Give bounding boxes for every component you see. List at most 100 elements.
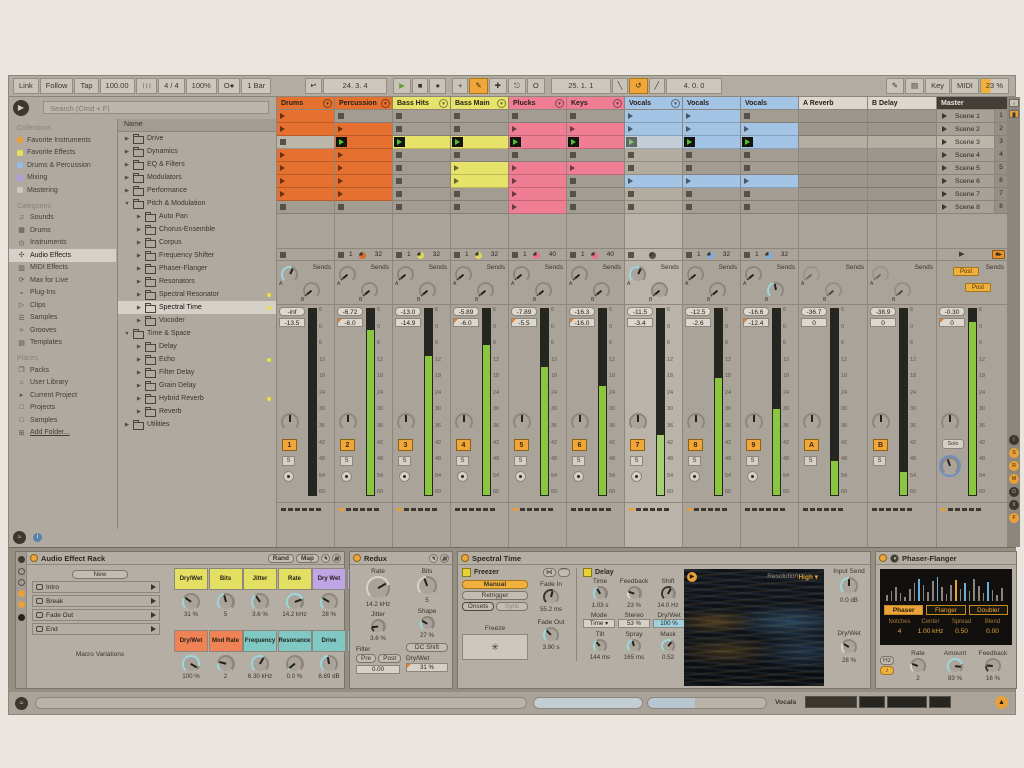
tree-item-performance[interactable]: ▶Performance [118,184,276,197]
clip-slot[interactable] [277,136,334,149]
clip-playing-icon[interactable] [394,137,405,147]
volume-field[interactable]: -12.4 [743,318,769,327]
track-header[interactable]: Percussion▾ [335,97,392,110]
arm-button[interactable] [747,471,758,482]
clip-play-icon[interactable] [280,152,285,158]
clip-slot[interactable] [335,123,392,136]
clip-slot[interactable] [335,162,392,175]
clip-slot[interactable] [509,175,566,188]
tilt-knob[interactable] [593,639,607,653]
clip-slot[interactable] [451,175,508,188]
cpu-meter[interactable]: 23 % [980,78,1009,94]
arm-button[interactable] [689,471,700,482]
pan-knob[interactable] [281,413,299,431]
peak-level-display[interactable]: -12.5 [685,307,711,316]
scene-row-5[interactable]: Scene 55 [937,162,1007,175]
clip-play-icon[interactable] [338,165,343,171]
clip-play-icon[interactable] [512,165,517,171]
tree-item-vocoder[interactable]: ▶Vocoder [118,314,276,327]
place-item-user-library[interactable]: ⌂User Library [9,377,116,390]
input-send-knob[interactable] [840,577,858,595]
clip-slot[interactable] [509,188,566,201]
peak-level-display[interactable]: -5.89 [453,307,479,316]
track-activator-button[interactable]: B [873,439,888,451]
track-header[interactable]: Vocals [683,97,740,110]
peak-level-display[interactable]: -6.72 [337,307,363,316]
solo-button[interactable]: S [398,456,411,466]
send-a-knob[interactable] [339,266,356,283]
clip-play-icon[interactable] [628,126,633,132]
category-item-samples[interactable]: ☰Samples [9,312,116,325]
clip-play-icon[interactable] [744,178,749,184]
clip-slot[interactable] [799,110,867,123]
expand-arrow-icon[interactable]: ▶ [136,305,142,311]
clip-stop-icon[interactable] [280,139,286,145]
clip-slot[interactable] [451,110,508,123]
pan-knob[interactable] [397,413,415,431]
device-minimap-rack[interactable] [805,696,857,708]
expand-arrow-icon[interactable]: ▶ [136,227,142,233]
clip-slot[interactable] [799,188,867,201]
clip-slot[interactable] [683,188,740,201]
clip-slot[interactable] [451,201,508,214]
volume-field[interactable]: -2.6 [685,318,711,327]
clip-slot[interactable] [393,188,450,201]
recall-variation-icon[interactable] [151,612,156,618]
collection-item-favorite-instruments[interactable]: Favorite Instruments [9,134,116,147]
track-activator-button[interactable]: 6 [572,439,587,451]
jitter-knob[interactable] [371,619,386,634]
clip-stop-icon[interactable] [744,204,750,210]
clip-slot[interactable] [335,110,392,123]
shift-knob[interactable] [661,586,676,601]
solo-button[interactable]: S [456,456,469,466]
device-on-icon[interactable] [461,554,469,562]
expand-arrow-icon[interactable]: ▶ [136,279,142,285]
tree-item-spectral-time[interactable]: ▶Spectral Time [118,301,276,314]
clip-slot[interactable] [451,162,508,175]
solo-button[interactable]: S [804,456,817,466]
category-item-audio-effects[interactable]: ✣Audio Effects [9,249,116,262]
clip-slot[interactable] [277,201,334,214]
clip-stop-icon[interactable] [570,204,576,210]
clip-stop-icon[interactable] [570,178,576,184]
tree-item-dynamics[interactable]: ▶Dynamics [118,145,276,158]
phaser-title-bar[interactable]: ▾ Phaser-Flanger [876,552,1016,565]
send-a-knob[interactable] [571,266,588,283]
category-item-templates[interactable]: ▤Templates [9,337,116,350]
rate-knob[interactable] [366,576,390,600]
expand-arrow-icon[interactable]: ▶ [124,136,130,142]
device-minimap-phaser[interactable] [929,696,951,708]
clip-slot[interactable] [799,201,867,214]
solo-button[interactable]: S [873,456,886,466]
recall-variation-icon[interactable] [151,598,156,604]
clip-slot[interactable] [868,188,936,201]
device-minimap-spectral[interactable] [887,696,927,708]
tree-item-auto-pan[interactable]: ▶Auto Pan [118,210,276,223]
volume-field[interactable]: -3.4 [627,318,653,327]
track-stop-icon[interactable] [686,252,692,258]
expand-arrow-icon[interactable]: ▶ [136,214,142,220]
send-b-post-button[interactable]: Post [965,283,991,292]
clip-slot[interactable] [683,149,740,162]
clip-play-icon[interactable] [280,126,285,132]
clip-play-icon[interactable] [512,126,517,132]
expand-arrow-icon[interactable]: ▶ [124,422,130,428]
computer-keyboard-button[interactable]: ▤ [905,78,924,94]
macro-knob[interactable] [182,593,200,611]
freeze-manual-button[interactable]: Manual [462,580,528,589]
clip-play-icon[interactable] [570,126,575,132]
note-sync-button[interactable]: ♪ [880,666,894,675]
clip-play-icon[interactable] [454,165,459,171]
new-variation-button[interactable]: New [72,570,128,579]
send-b-knob[interactable] [894,282,911,299]
clip-slot[interactable] [625,149,682,162]
category-item-grooves[interactable]: ≈Grooves [9,324,116,337]
info-icon[interactable]: i [33,533,42,542]
dc-shift-button[interactable]: DC Shift [406,643,448,652]
groove-pool-icon[interactable]: ≈ [13,531,26,544]
expand-arrow-icon[interactable]: ▶ [136,357,142,363]
send-b-knob[interactable] [651,282,668,299]
pan-knob[interactable] [872,413,890,431]
clip-slot[interactable] [277,110,334,123]
expand-arrow-icon[interactable]: ▶ [124,188,130,194]
